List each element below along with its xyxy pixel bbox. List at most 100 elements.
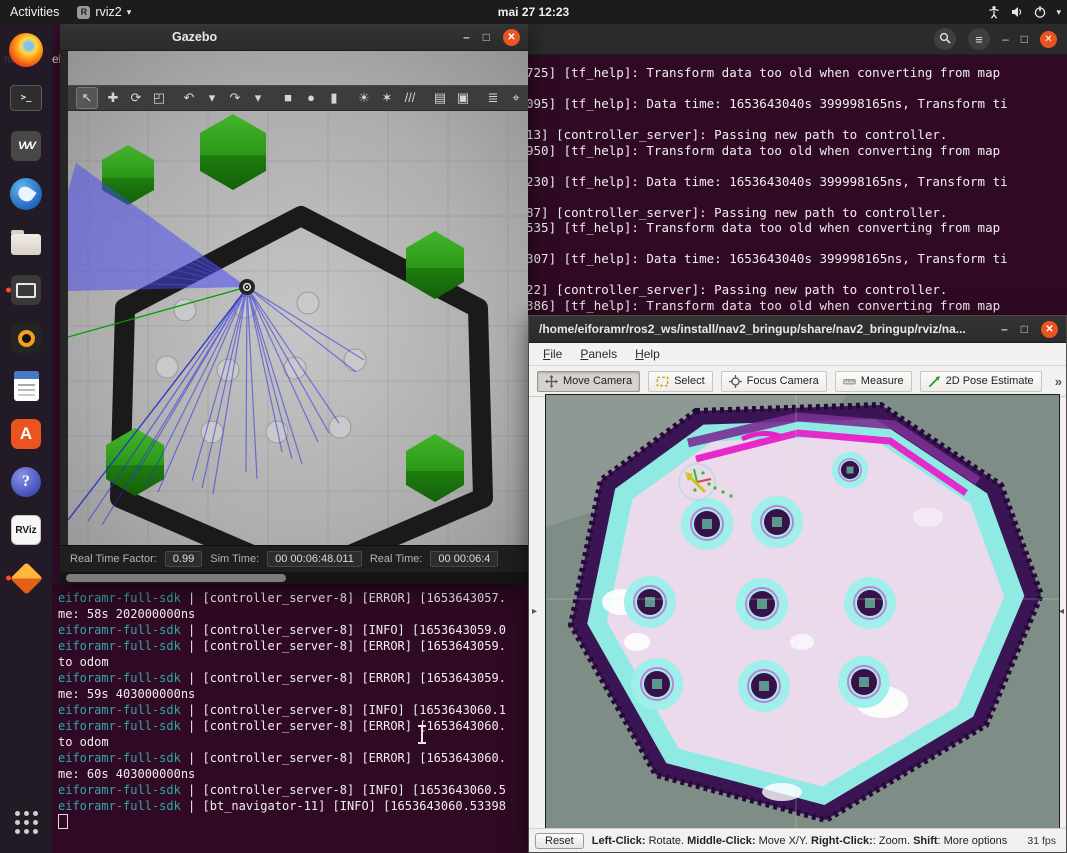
tool-measure[interactable]: Measure bbox=[835, 371, 912, 392]
maximize-button[interactable]: □ bbox=[1021, 33, 1028, 45]
dock: >_ VVV A ? RViz bbox=[0, 24, 52, 853]
top-bar: Activities R rviz2 ▾ mai 27 12:23 ▾ bbox=[0, 0, 1067, 24]
menu-help[interactable]: Help bbox=[627, 345, 668, 363]
scale-tool-icon[interactable]: ◰ bbox=[151, 88, 167, 108]
accessibility-icon[interactable] bbox=[987, 5, 1001, 19]
activities-button[interactable]: Activities bbox=[10, 5, 59, 19]
hamburger-menu-button[interactable]: ≡ bbox=[968, 28, 990, 50]
rviz-statusbar: Reset Left-Click: Rotate. Middle-Click: … bbox=[529, 828, 1066, 852]
insert-cylinder-icon[interactable]: ▮ bbox=[326, 88, 342, 108]
undo-caret-icon[interactable]: ▾ bbox=[204, 88, 220, 108]
terminal-top-body[interactable]: 725] [tf_help]: Transform data too old w… bbox=[520, 55, 1067, 313]
toolbar-overflow-chevron[interactable]: » bbox=[1055, 374, 1062, 389]
paste-icon[interactable]: ▣ bbox=[455, 88, 471, 108]
focused-app-menu[interactable]: R rviz2 ▾ bbox=[77, 5, 131, 19]
gazebo-titlebar[interactable]: Gazebo – □ ✕ bbox=[60, 24, 528, 51]
volume-icon[interactable] bbox=[1010, 5, 1024, 19]
show-applications-button[interactable] bbox=[5, 803, 47, 845]
close-button[interactable]: ✕ bbox=[1041, 321, 1058, 338]
directional-light-icon[interactable]: /// bbox=[402, 88, 418, 108]
gazebo-horizontal-scrollbar[interactable] bbox=[60, 572, 528, 584]
terminal-line: 230] [tf_help]: Data time: 1653643040s 3… bbox=[526, 174, 1061, 190]
search-button[interactable] bbox=[934, 28, 956, 50]
spot-light-icon[interactable]: ✶ bbox=[379, 88, 395, 108]
compose-service-prefix: eiforamr-full-sdk bbox=[58, 799, 188, 813]
dock-item-help[interactable]: ? bbox=[5, 461, 47, 503]
align-icon[interactable]: ≣ bbox=[485, 88, 501, 108]
terminal-line: eiforamr-full-sdk | [controller_server-8… bbox=[58, 590, 522, 606]
terminal-cursor bbox=[58, 814, 68, 829]
close-button[interactable]: ✕ bbox=[1040, 31, 1057, 48]
terminal-line: 13] [controller_server]: Passing new pat… bbox=[526, 127, 1061, 143]
terminal-line: eiforamr-full-sdk | [controller_server-8… bbox=[58, 670, 522, 686]
translate-tool-icon[interactable]: ✚ bbox=[105, 88, 121, 108]
vmware-icon: VVV bbox=[11, 131, 41, 161]
tool-focus-camera[interactable]: Focus Camera bbox=[721, 371, 827, 392]
real-time-label: Real Time: bbox=[370, 553, 423, 565]
minimize-button[interactable]: – bbox=[463, 31, 470, 43]
power-icon[interactable] bbox=[1033, 5, 1047, 19]
dock-item-terminal[interactable]: >_ bbox=[5, 77, 47, 119]
undo-icon[interactable]: ↶ bbox=[181, 88, 197, 108]
status-instruction: : Zoom. bbox=[873, 835, 913, 847]
maximize-button[interactable]: □ bbox=[483, 31, 490, 43]
scrollbar-thumb[interactable] bbox=[66, 574, 286, 582]
menu-panels[interactable]: Panels bbox=[572, 345, 625, 363]
rviz-viewport[interactable] bbox=[545, 394, 1060, 833]
status-instruction: : More options bbox=[938, 835, 1008, 847]
dock-item-files[interactable] bbox=[5, 221, 47, 263]
clock[interactable]: mai 27 12:23 bbox=[498, 5, 569, 19]
dock-item-vmware[interactable]: VVV bbox=[5, 125, 47, 167]
dock-item-camera-lens-app[interactable] bbox=[5, 317, 47, 359]
running-indicator-dot bbox=[6, 288, 11, 293]
terminal-line: 095] [tf_help]: Data time: 1653643040s 3… bbox=[526, 96, 1061, 112]
dock-item-thunderbird[interactable] bbox=[5, 173, 47, 215]
copy-icon[interactable]: ▤ bbox=[432, 88, 448, 108]
terminal-titlebar[interactable]: ≡ – □ ✕ bbox=[520, 24, 1067, 55]
rviz-toolbar: Move Camera Select Focus Camera Measure … bbox=[529, 366, 1066, 397]
redo-caret-icon[interactable]: ▾ bbox=[250, 88, 266, 108]
tool-move-camera[interactable]: Move Camera bbox=[537, 371, 640, 392]
reset-button[interactable]: Reset bbox=[535, 833, 584, 849]
tool-select[interactable]: Select bbox=[648, 371, 713, 392]
insert-box-icon[interactable]: ■ bbox=[280, 88, 296, 108]
gazebo-3d-view[interactable] bbox=[68, 51, 528, 546]
dock-item-document-viewer[interactable] bbox=[5, 365, 47, 407]
terminal-line: me: 58s 202000000ns bbox=[58, 606, 522, 622]
rviz-3d-view[interactable] bbox=[546, 395, 1059, 832]
system-status-area[interactable]: ▾ bbox=[987, 0, 1061, 24]
terminal-line: 950] [tf_help]: Transform data too old w… bbox=[526, 143, 1061, 159]
expand-left-panel-button[interactable]: ▸ bbox=[532, 606, 537, 617]
gazebo-left-panel-strip[interactable] bbox=[60, 51, 68, 584]
dock-item-firefox[interactable] bbox=[5, 29, 47, 71]
dock-item-window-app[interactable] bbox=[5, 269, 47, 311]
terminal-line: eiforamr-full-sdk | [controller_server-8… bbox=[58, 638, 522, 654]
rotate-tool-icon[interactable]: ⟳ bbox=[128, 88, 144, 108]
select-tool-icon[interactable]: ↖ bbox=[76, 87, 98, 109]
snap-icon[interactable]: ⌖ bbox=[508, 88, 524, 108]
maximize-button[interactable]: □ bbox=[1021, 323, 1028, 335]
insert-sphere-icon[interactable]: ● bbox=[303, 88, 319, 108]
point-light-icon[interactable]: ☀ bbox=[356, 88, 372, 108]
dock-item-ubuntu-software[interactable]: A bbox=[5, 413, 47, 455]
minimize-button[interactable]: – bbox=[1001, 323, 1008, 335]
dock-item-gazebo[interactable] bbox=[5, 557, 47, 599]
minimize-button[interactable]: – bbox=[1002, 33, 1009, 45]
menu-file[interactable]: File bbox=[535, 345, 570, 363]
terminal-line: eiforamr-full-sdk | [controller_server-8… bbox=[58, 750, 522, 766]
rviz-icon: RViz bbox=[11, 515, 41, 545]
terminal-line: eiforamr-full-sdk | [controller_server-8… bbox=[58, 718, 522, 734]
chevron-down-icon: ▾ bbox=[127, 7, 132, 18]
terminal-line: 307] [tf_help]: Data time: 1653643040s 3… bbox=[526, 251, 1061, 267]
redo-icon[interactable]: ↷ bbox=[227, 88, 243, 108]
move-camera-icon bbox=[545, 375, 558, 388]
terminal-line: eiforamr-full-sdk | [controller_server-8… bbox=[58, 782, 522, 798]
tool-2d-pose-estimate[interactable]: 2D Pose Estimate bbox=[920, 371, 1042, 392]
dock-item-rviz[interactable]: RViz bbox=[5, 509, 47, 551]
tool-label: Measure bbox=[861, 375, 904, 387]
close-button[interactable]: ✕ bbox=[503, 29, 520, 46]
terminal-bottom-body[interactable]: eiforamr-full-sdk | [controller_server-8… bbox=[52, 584, 528, 831]
hamburger-icon: ≡ bbox=[975, 32, 983, 47]
compose-service-prefix: eiforamr-full-sdk bbox=[58, 703, 188, 717]
rviz-titlebar[interactable]: /home/eiforamr/ros2_ws/install/nav2_brin… bbox=[529, 316, 1066, 343]
